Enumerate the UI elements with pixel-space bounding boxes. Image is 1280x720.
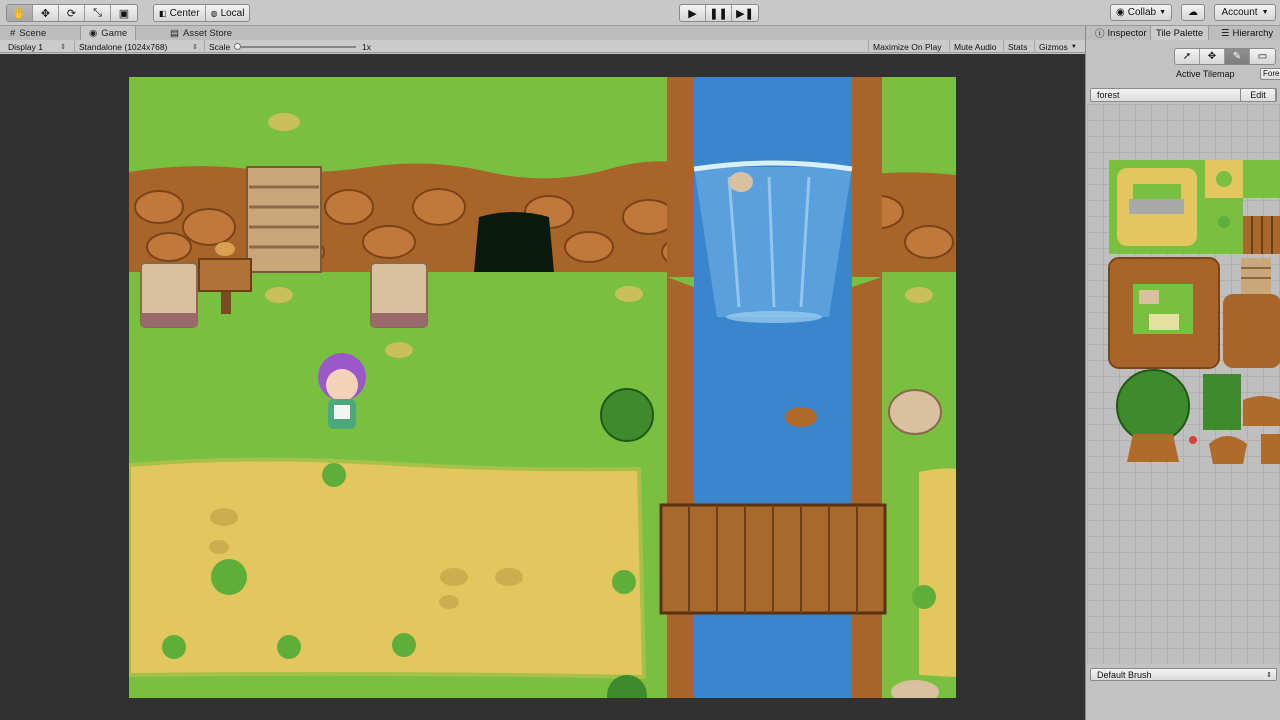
step-icon: ▶❚ xyxy=(736,7,754,20)
stats-toggle[interactable]: Stats xyxy=(1003,40,1031,53)
tab-asset-store[interactable]: ▤ Asset Store xyxy=(162,26,240,40)
palette-tools: ➚ ✥ ✎ ▭ xyxy=(1174,48,1276,65)
scale-value: 1x xyxy=(362,41,371,52)
box-icon: ▭ xyxy=(1257,51,1268,62)
hand-tool-button[interactable]: ✋ xyxy=(7,5,33,21)
view-tabs: # Scene ◉ Game ▤ Asset Store xyxy=(0,26,1085,40)
select-arrows-icon: ⇕ xyxy=(1266,671,1272,679)
paint-brush-button[interactable]: ✎ xyxy=(1225,49,1250,64)
rotate-tool-button[interactable]: ⟳ xyxy=(59,5,85,21)
chevron-down-icon: ▼ xyxy=(1159,9,1167,16)
gizmos-dropdown[interactable]: Gizmos ▼ xyxy=(1034,40,1081,53)
globe-icon: ◍ xyxy=(210,8,218,18)
palette-tile-grid[interactable] xyxy=(1087,104,1280,664)
pivot-icon: ◧ xyxy=(159,8,167,18)
main-toolbar: ✋ ✥ ⟳ ⤡ ▣ ◧ Center ◍ Local ▶ ❚❚ ▶❚ ◉ Collab… xyxy=(0,0,1280,26)
store-icon: ▤ xyxy=(170,27,179,39)
scale-icon: ⤡ xyxy=(93,6,102,19)
cloud-check-icon: ◉ xyxy=(1115,7,1125,18)
stone-stairs xyxy=(246,166,322,273)
active-tilemap-select[interactable]: Forest xyxy=(1260,68,1280,80)
game-view-toolbar: Display 1 ⇕ Standalone (1024x768) ⇕ Scale … xyxy=(0,40,1085,53)
game-render[interactable] xyxy=(129,77,956,698)
pivot-local-button[interactable]: ◍ Local xyxy=(206,5,250,21)
transform-tools: ✋ ✥ ⟳ ⤡ ▣ xyxy=(6,4,138,22)
scale-tool-button[interactable]: ⤡ xyxy=(85,5,111,21)
tile-palette-panel: ⓘ Inspector Tile Palette ☰ Hierarchy ➚ ✥ ✎… xyxy=(1085,26,1280,720)
brush-icon: ✎ xyxy=(1232,51,1242,62)
edit-palette-button[interactable]: Edit xyxy=(1240,88,1276,102)
brush-select[interactable]: Default Brush ⇕ xyxy=(1090,668,1277,681)
tab-inspector[interactable]: ⓘ Inspector xyxy=(1090,26,1152,41)
scene-icon: # xyxy=(10,27,16,39)
move-icon: ✥ xyxy=(1207,51,1217,62)
tab-hierarchy[interactable]: ☰ Hierarchy xyxy=(1216,26,1278,40)
hand-icon: ✋ xyxy=(12,7,27,20)
chevron-down-icon: ▼ xyxy=(1070,43,1077,50)
rotate-icon: ⟳ xyxy=(66,7,77,20)
pause-button[interactable]: ❚❚ xyxy=(706,5,732,21)
move-tile-button[interactable]: ✥ xyxy=(1200,49,1225,64)
display-select[interactable]: Display 1 ⇕ xyxy=(4,40,70,53)
list-icon: ☰ xyxy=(1221,27,1230,39)
account-dropdown[interactable]: Account ▼ xyxy=(1214,4,1276,21)
right-tabs: ⓘ Inspector Tile Palette ☰ Hierarchy xyxy=(1086,26,1280,40)
play-button[interactable]: ▶ xyxy=(680,5,706,21)
scale-slider-handle[interactable] xyxy=(234,43,241,50)
tab-scene[interactable]: # Scene xyxy=(2,26,54,40)
scale-label: Scale xyxy=(204,40,234,53)
cloud-icon: ☁ xyxy=(1188,7,1198,18)
select-arrows-icon: ⇕ xyxy=(192,43,198,51)
game-icon: ◉ xyxy=(89,27,98,39)
rect-icon: ▣ xyxy=(118,7,130,20)
play-icon: ▶ xyxy=(688,7,697,20)
mute-audio-toggle[interactable]: Mute Audio xyxy=(949,40,1001,53)
game-view xyxy=(0,54,1085,720)
select-tool-button[interactable]: ➚ xyxy=(1175,49,1200,64)
info-icon: ⓘ xyxy=(1095,29,1105,40)
scale-slider-track[interactable] xyxy=(236,46,356,48)
box-fill-button[interactable]: ▭ xyxy=(1250,49,1275,64)
wooden-bridge xyxy=(659,503,887,615)
boulder xyxy=(888,389,942,435)
step-button[interactable]: ▶❚ xyxy=(732,5,758,21)
tab-game[interactable]: ◉ Game xyxy=(80,26,137,40)
playback-controls: ▶ ❚❚ ▶❚ xyxy=(679,4,759,22)
active-tilemap-label: Active Tilemap xyxy=(1176,69,1235,79)
cloud-button[interactable]: ☁ xyxy=(1181,4,1205,21)
collab-dropdown[interactable]: ◉ Collab ▼ xyxy=(1110,4,1172,21)
move-tool-button[interactable]: ✥ xyxy=(33,5,59,21)
resolution-select[interactable]: Standalone (1024x768) ⇕ xyxy=(74,40,202,53)
select-arrows-icon: ⇕ xyxy=(60,43,66,51)
waterfall-rock xyxy=(729,172,753,192)
pivot-toggles: ◧ Center ◍ Local xyxy=(153,4,251,22)
chevron-down-icon: ▼ xyxy=(1261,9,1269,16)
river-rock xyxy=(785,407,817,427)
pivot-center-button[interactable]: ◧ Center xyxy=(154,5,206,21)
game-scene-graphic xyxy=(129,77,956,698)
tab-tile-palette[interactable]: Tile Palette xyxy=(1150,26,1210,40)
move-icon: ✥ xyxy=(40,7,51,20)
bush xyxy=(600,388,654,442)
cursor-icon: ➚ xyxy=(1182,51,1192,62)
cave-entrance xyxy=(474,212,554,272)
pause-icon: ❚❚ xyxy=(709,7,728,20)
palette-tiles-graphic xyxy=(1108,160,1280,464)
maximize-on-play-toggle[interactable]: Maximize On Play xyxy=(868,40,946,53)
rect-tool-button[interactable]: ▣ xyxy=(111,5,137,21)
